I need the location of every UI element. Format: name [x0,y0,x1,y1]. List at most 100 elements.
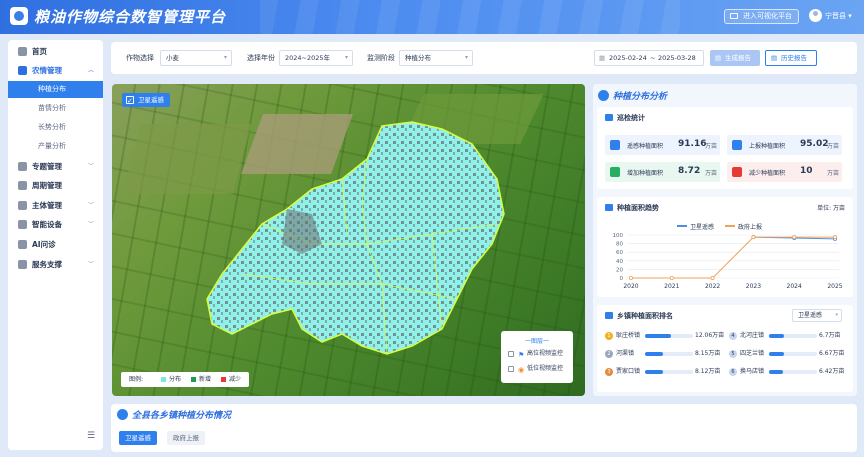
stat-label: 减少种植面积 [749,170,786,177]
township-value: 6.7万亩 [819,332,841,339]
rank-bar-track [769,370,817,374]
rank-bar-track [645,370,693,374]
sidebar-item-entity-management[interactable]: 主体管理 ﹀ [8,197,103,214]
chevron-down-icon: ▾ [344,54,348,61]
sidebar-item-label: 产量分析 [38,142,66,150]
sidebar-item-cycle-management[interactable]: 周期管理 [8,177,103,194]
camera-icon: ⚑ [518,351,525,359]
sidebar-item-label: 种植分布 [38,85,66,93]
user-menu[interactable]: 宁晋县 ▾ [825,11,852,21]
x-tick-label: 2025 [827,283,842,290]
stat-value: 95.02 [800,139,829,149]
stage-select[interactable]: 种植分布 ▾ [399,50,473,66]
sidebar-item-topic-management[interactable]: 专题管理 ﹀ [8,158,103,175]
app-logo-icon [10,7,28,25]
sidebar-subitem-planting-distribution[interactable]: 种植分布 [8,81,103,98]
sidebar-subitem-growth-analysis[interactable]: 长势分析 [8,119,103,136]
y-tick-label: 80 [616,242,623,248]
generate-report-button[interactable]: ▤ 生成报告 [710,50,760,66]
sidebar-item-service-support[interactable]: 服务支撑 ﹀ [8,256,103,273]
satellite-layer-toggle[interactable]: 卫星遥感 [122,93,170,108]
chevron-down-icon: ▾ [223,54,227,61]
checkbox-icon[interactable] [508,366,514,372]
inspection-title-text: 巡检统计 [617,114,645,122]
high-camera-label: 高位视频监控 [527,350,564,357]
checkbox-icon [126,94,134,108]
crop-select[interactable]: 小麦 ▾ [160,50,232,66]
tab-satellite[interactable]: 卫星遥感 [119,431,157,445]
entity-icon [18,201,27,210]
series-point-1 [751,235,756,240]
stat-increased-area: 增加种植面积 8.72 万亩 [605,162,720,182]
y-tick-label: 20 [616,267,623,273]
ranking-title: 乡镇种植面积排名 [605,311,673,321]
legend-swatch-distribution [161,377,166,382]
township-name: 贾家口镇 [616,368,641,375]
x-tick-label: 2022 [705,283,720,290]
analysis-panel: 种植分布分析 巡检统计 遥感种植面积 91.16 万亩 上报种植面积 95.02… [593,84,857,396]
history-report-label: 历史报告 [781,54,807,62]
sidebar-item-ai-consult[interactable]: AI问诊 [8,236,103,253]
series-point-1 [669,276,674,281]
sidebar-item-label: 服务支撑 [32,260,62,269]
document-icon: ▤ [715,54,722,62]
analysis-icon [598,90,609,101]
rank-badge: 3 [605,368,613,376]
stat-label: 遥感种植面积 [627,143,664,150]
rank-bar-fill [769,370,784,374]
sidebar-subitem-yield-analysis[interactable]: 产量分析 [8,138,103,155]
visual-platform-label: 进入可视化平台 [743,12,792,20]
rank-badge: 4 [729,332,737,340]
sidebar-item-label: 长势分析 [38,123,66,131]
legend-label-added: 新增 [199,376,212,383]
legend-swatch-reduced [221,377,226,382]
decrease-icon [732,167,742,177]
stat-unit: 万亩 [705,143,718,150]
visual-platform-button[interactable]: 进入可视化平台 [724,9,799,24]
township-distribution-section: 全县各乡镇种植分布情况 卫星遥感 政府上报 [111,404,857,452]
township-name: 北河庄镇 [740,332,765,339]
township-value: 8.15万亩 [695,350,721,357]
tab-government-report[interactable]: 政府上报 [167,431,205,445]
satellite-map[interactable]: 卫星遥感 图例: 分布 新增 减少 一图层一 ⚑ 高位视频监控 ◉ 低位视频监控 [112,84,585,396]
topic-icon [18,162,27,171]
stage-select-value: 种植分布 [405,54,431,62]
section-title-text: 全县各乡镇种植分布情况 [132,411,232,421]
history-report-button[interactable]: ▤ 历史报告 [765,50,817,66]
checkbox-icon[interactable] [508,351,514,357]
date-end: 2025-03-28 [658,54,696,62]
rank-badge: 1 [605,332,613,340]
rank-bar-track [769,334,817,338]
ranking-source-select[interactable]: 卫星遥感 ▾ [792,309,842,322]
year-select[interactable]: 2024~2025年 ▾ [279,50,353,66]
sidebar-item-label: 智能设备 [32,220,62,229]
inspection-stats-card: 巡检统计 遥感种植面积 91.16 万亩 上报种植面积 95.02 万亩 增加种… [597,107,853,189]
sidebar-item-crop-management[interactable]: 农情管理 ︿ [8,62,103,79]
menu-fold-icon[interactable]: ☰ [87,432,96,441]
y-tick-label: 40 [616,259,623,265]
stat-decreased-area: 减少种植面积 10 万亩 [727,162,842,182]
sidebar-item-label: AI问诊 [32,240,56,249]
date-range-picker[interactable]: ▦ 2025-02-24 ~ 2025-03-28 [594,50,704,66]
stat-value: 91.16 [678,139,707,149]
sidebar-item-smart-devices[interactable]: 智能设备 ﹀ [8,216,103,233]
township-name: 耿庄桥镇 [616,332,641,339]
crop-icon [18,66,27,75]
panel-title: 种植分布分析 [598,89,667,102]
chevron-down-icon: ▾ [835,312,838,318]
sidebar-item-home[interactable]: 首页 [8,43,103,60]
satellite-icon [610,140,620,150]
chevron-down-icon: ﹀ [87,202,94,209]
user-avatar[interactable] [809,9,822,22]
township-name: 四芝兰镇 [740,350,765,357]
stat-unit: 万亩 [705,170,718,177]
stat-unit: 万亩 [827,170,840,177]
legend-swatch-added [191,377,196,382]
sidebar-subitem-seedling-analysis[interactable]: 苗情分析 [8,100,103,117]
ranking-row: 3 贾家口镇 8.12万亩 [605,367,725,377]
stage-select-label: 监测阶段 [367,54,395,62]
series-point-1 [792,235,797,240]
monitor-layer-title: 一图层一 [524,338,549,345]
rank-bar-track [645,334,693,338]
rank-bar-fill [645,352,663,356]
